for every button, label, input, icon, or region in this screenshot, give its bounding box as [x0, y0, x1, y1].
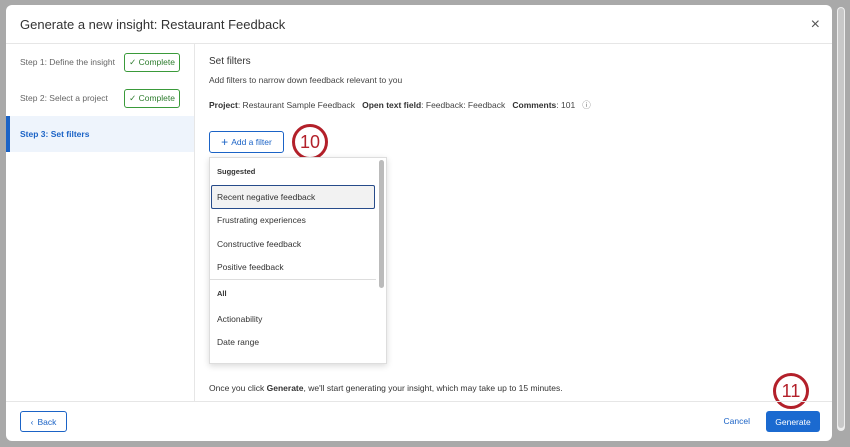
meta-line: Project: Restaurant Sample Feedback Open… — [209, 99, 832, 111]
back-button[interactable]: ‹ Back — [20, 411, 67, 432]
chevron-left-icon: ‹ — [30, 416, 34, 427]
cancel-button[interactable]: Cancel — [724, 416, 750, 426]
note-bold: Generate — [266, 383, 304, 393]
project-label: Project — [209, 100, 238, 110]
close-icon[interactable]: × — [811, 16, 820, 34]
badge-text: Complete — [138, 56, 175, 67]
callout-10: 10 — [292, 124, 328, 160]
dialog-title: Generate a new insight: Restaurant Feedb… — [6, 5, 832, 44]
scrollbar-thumb[interactable] — [838, 8, 844, 428]
generate-insight-dialog: Generate a new insight: Restaurant Feedb… — [6, 5, 832, 441]
filter-dropdown: Suggested Recent negative feedback Frust… — [209, 157, 387, 364]
project-value: : Restaurant Sample Feedback — [237, 100, 356, 110]
field-label: Open text field — [362, 100, 422, 110]
comments-label: Comments — [512, 100, 557, 110]
complete-badge: ✓ Complete — [124, 88, 180, 108]
group-all: All — [217, 289, 227, 298]
note-text: Once you click — [209, 383, 267, 393]
step-1[interactable]: Step 1: Define the insight ✓ Complete — [6, 44, 194, 80]
note-text: , we'll start generating your insight, w… — [303, 383, 563, 393]
step-2[interactable]: Step 2: Select a project ✓ Complete — [6, 80, 194, 116]
plus-icon: + — [221, 135, 229, 149]
option-frustrating[interactable]: Frustrating experiences — [210, 209, 386, 233]
section-subtitle: Add filters to narrow down feedback rele… — [209, 75, 403, 85]
add-filter-label: Add a filter — [231, 137, 272, 147]
step-label: Step 1: Define the insight — [20, 57, 115, 67]
option-recent-negative[interactable]: Recent negative feedback — [211, 185, 375, 209]
step-label: Step 3: Set filters — [20, 129, 90, 139]
option-constructive[interactable]: Constructive feedback — [210, 232, 386, 256]
steps-sidebar: Step 1: Define the insight ✓ Complete Ste… — [6, 44, 195, 401]
page-scrollbar[interactable] — [837, 7, 845, 431]
dropdown-scrollbar[interactable] — [379, 160, 384, 288]
dialog-footer: ‹ Back Cancel Generate — [6, 401, 832, 441]
step-3[interactable]: Step 3: Set filters — [6, 116, 194, 152]
generate-button[interactable]: Generate — [766, 411, 820, 432]
main-panel: Set filters Add filters to narrow down f… — [209, 44, 832, 401]
option-effort[interactable]: Effort — [210, 354, 386, 363]
step-label: Step 2: Select a project — [20, 93, 108, 103]
badge-text: Complete — [138, 92, 175, 103]
back-label: Back — [37, 416, 57, 427]
group-suggested: Suggested — [217, 167, 256, 176]
option-date-range[interactable]: Date range — [210, 331, 386, 355]
info-icon[interactable]: ⓘ — [582, 100, 591, 110]
comments-value: : 101 — [556, 100, 576, 110]
add-filter-button[interactable]: + Add a filter — [209, 131, 284, 153]
field-value: : Feedback: Feedback — [421, 100, 506, 110]
complete-badge: ✓ Complete — [124, 52, 180, 72]
section-title: Set filters — [209, 56, 251, 67]
option-actionability[interactable]: Actionability — [210, 307, 386, 331]
option-positive[interactable]: Positive feedback — [210, 256, 386, 280]
generate-note: Once you click Generate, we'll start gen… — [209, 383, 563, 393]
